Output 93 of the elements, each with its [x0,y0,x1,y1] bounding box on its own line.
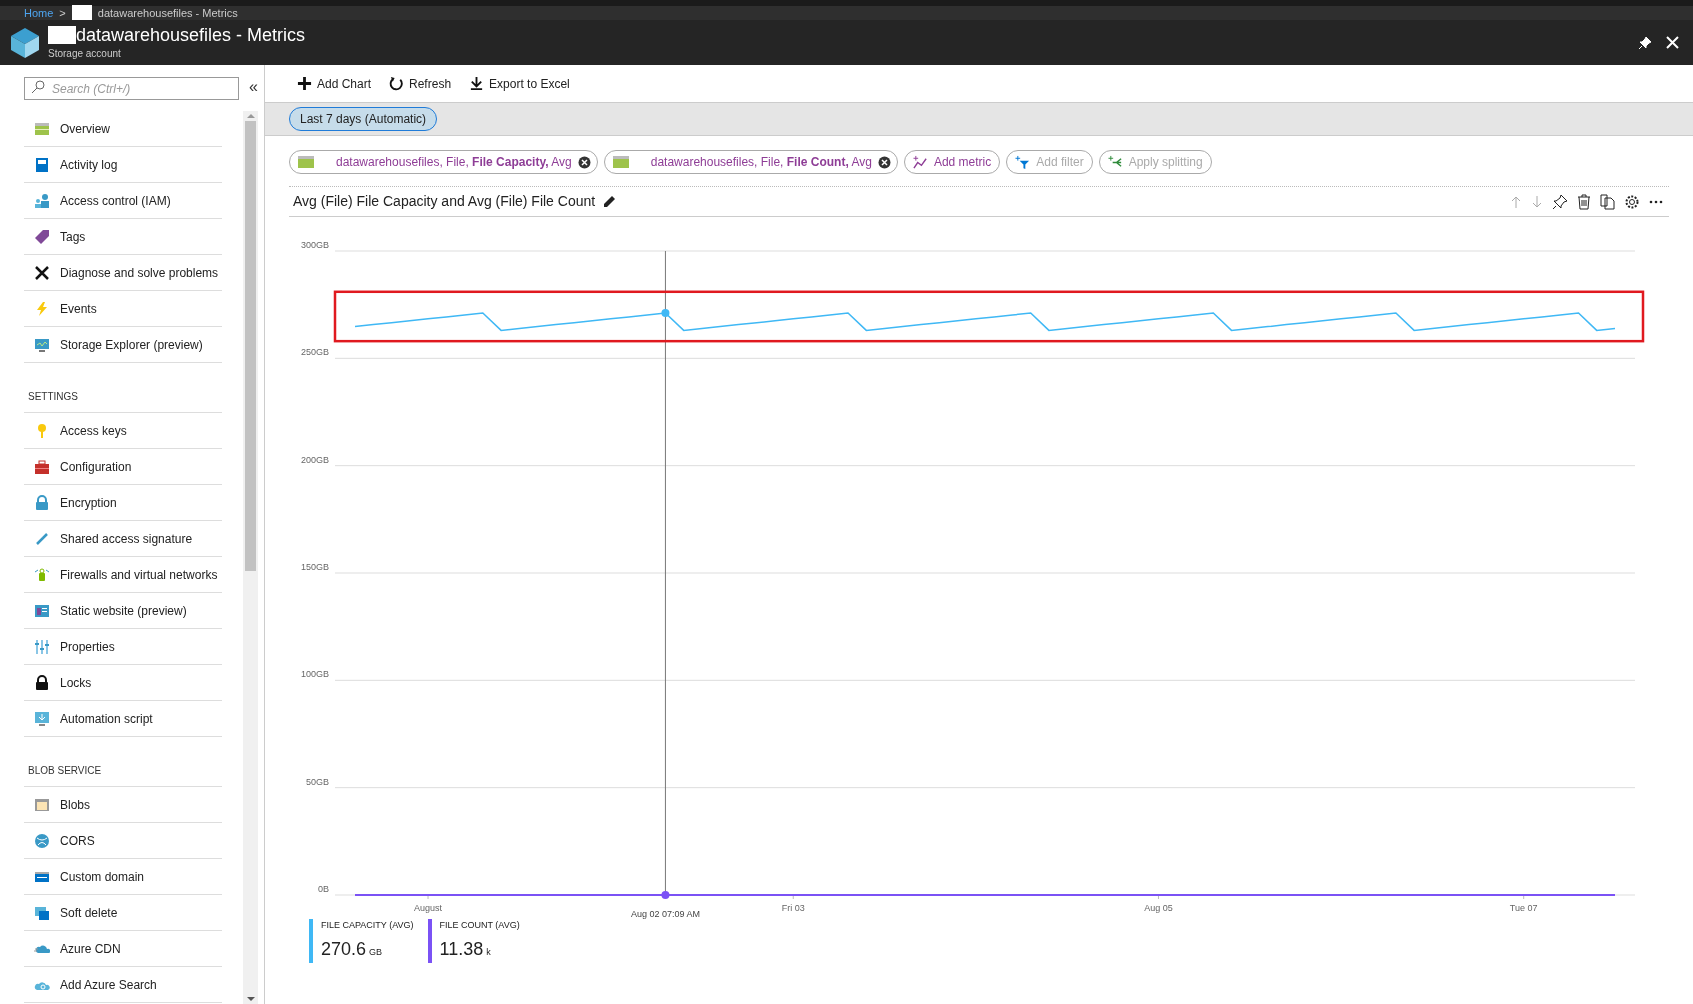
stacked-windows-icon [34,904,50,921]
panel-icon [612,156,629,168]
scrollbar[interactable] [243,111,258,1004]
y-axis-label: 150GB [300,562,329,572]
lightning-icon [34,300,50,317]
sidebar-item[interactable]: Configuration [24,449,222,485]
delete-icon[interactable] [1577,193,1591,210]
cube-icon [10,26,40,59]
section-heading: BLOB SERVICE [24,737,222,787]
time-range-button[interactable]: Last 7 days (Automatic) [289,107,438,131]
metric-label: datawarehousefiles, File, File Count, Avg [650,154,872,171]
x-axis-label: Tue 07 [1509,903,1538,913]
panel-icon [298,156,314,168]
copy-icon[interactable] [1600,193,1615,210]
settings-icon[interactable] [1624,193,1640,210]
metric-label: datawarehousefiles, File, File Capacity, Avg [336,154,572,171]
sidebar-item[interactable]: Firewalls and virtual networks [24,557,222,593]
page-title: datawarehousefiles - Metrics [76,24,306,46]
redaction-block [71,5,92,21]
notebook-icon [34,156,50,173]
y-axis-label: 50GB [306,776,329,787]
download-monitor-icon [34,710,50,727]
remove-icon[interactable] [577,155,591,169]
sidebar-item[interactable]: Automation script [24,701,222,737]
collapse-button[interactable]: « [249,75,258,99]
sidebar-item[interactable]: Properties [24,629,222,665]
y-axis-label: 250GB [300,347,329,358]
panel-icon [34,120,50,137]
y-axis-label: 200GB [300,454,329,465]
sidebar-item[interactable]: Overview [24,111,222,147]
sidebar-item[interactable]: Add Azure Search [24,967,222,1003]
plus-icon [297,76,312,91]
search-icon [31,79,45,94]
sidebar-item[interactable]: Events [24,291,222,327]
close-icon[interactable] [1666,36,1679,49]
sidebar-item[interactable]: Azure CDN [24,931,222,967]
chart-line-icon [912,154,928,170]
sidebar-item[interactable]: Tags [24,219,222,255]
sidebar-item[interactable]: Static website (preview) [24,593,222,629]
home-link[interactable]: Home [24,4,54,22]
download-icon [469,76,485,91]
sidebar-item[interactable]: Locks [24,665,222,701]
y-axis-label: 0B [318,884,329,894]
pin-icon[interactable] [1552,193,1568,210]
sidebar-item[interactable]: Access control (IAM) [24,183,222,219]
sidebar-item[interactable]: Shared access signature [24,521,222,557]
sidebar-item[interactable]: Activity log [24,147,222,183]
legend-item: FILE CAPACITY (AVG) 270.6 GB [309,919,414,963]
sliders-icon [34,638,50,655]
add-chart-button[interactable]: Add Chart [297,74,372,93]
x-axis-label: August [414,903,443,913]
split-icon [1107,154,1123,170]
breadcrumb-current: datawarehousefiles - Metrics [97,5,238,21]
padlock-icon [34,674,50,691]
breadcrumb-separator: > [59,5,66,21]
x-axis-label: Fri 03 [781,903,805,913]
globe-icon [34,832,50,849]
padlock-icon [34,494,50,511]
cursor-point [661,891,670,899]
web-page-icon [34,602,50,619]
refresh-icon [389,76,405,91]
sidebar-item[interactable]: Soft delete [24,895,222,931]
sidebar-item[interactable]: Blobs [24,787,222,823]
y-axis-label: 100GB [300,669,329,680]
page-subtitle: Storage account [48,47,122,61]
chart-title: Avg (File) File Capacity and Avg (File) File Count [293,192,596,211]
monitor-icon [34,336,50,353]
people-icon [34,192,50,209]
sidebar-item[interactable]: Diagnose and solve problems [24,255,222,291]
sidebar-item[interactable]: Access keys [24,413,222,449]
toolbox-icon [34,458,50,475]
sidebar-item[interactable]: Custom domain [24,859,222,895]
sidebar-item[interactable]: CORS [24,823,222,859]
x-axis-label: Aug 05 [1144,903,1173,913]
sidebar-item[interactable]: Storage Explorer (preview) [24,327,222,363]
scrollbar-thumb[interactable] [245,121,256,571]
filter-icon [1015,154,1031,170]
tag-icon [34,228,50,245]
more-icon[interactable] [1649,199,1663,204]
search-field[interactable]: Search (Ctrl+/) [24,77,239,100]
sidebar-item[interactable]: Encryption [24,485,222,521]
remove-icon[interactable] [877,155,891,169]
window-icon [34,796,50,813]
cursor-point [661,309,670,318]
refresh-button[interactable]: Refresh [389,74,452,93]
edit-icon[interactable] [603,195,617,208]
cursor-label: Aug 02 07:09 AM [630,909,700,919]
y-axis-label: 300GB [300,240,329,250]
export-button[interactable]: Export to Excel [469,74,570,93]
scroll-down-icon[interactable] [246,994,255,1004]
section-heading: SETTINGS [24,363,222,413]
redaction-block [48,26,76,44]
legend-item: FILE COUNT (AVG) 11.38 k [427,919,520,963]
